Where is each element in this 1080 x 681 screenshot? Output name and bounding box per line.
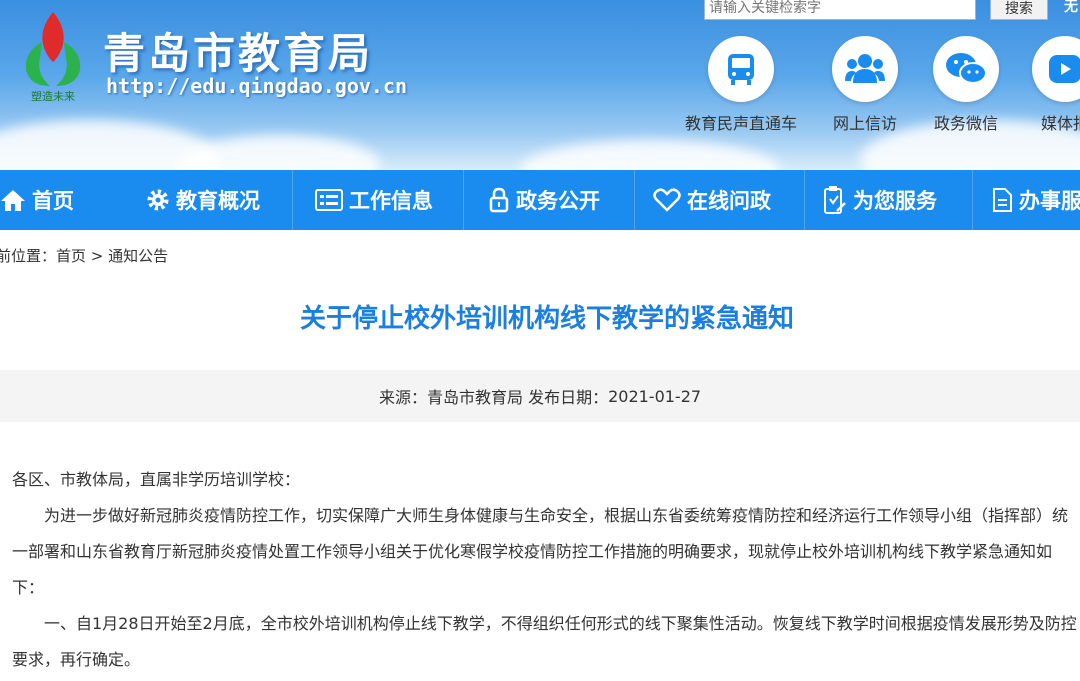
breadcrumb: 前位置：首页 > 通知公告 <box>0 245 168 266</box>
breadcrumb-separator: > <box>86 247 109 265</box>
nav-label: 教育概况 <box>176 189 260 213</box>
nav-item-online-inquiry[interactable]: 在线问政 <box>634 170 804 230</box>
nav-item-gov-affairs[interactable]: 政务公开 <box>463 170 634 230</box>
svg-text:塑造未来: 塑造未来 <box>31 89 75 102</box>
nav-label: 在线问政 <box>687 189 771 213</box>
breadcrumb-current-link[interactable]: 通知公告 <box>108 247 168 265</box>
body-paragraph: 一、自1月28日开始至2月底，全市校外培训机构停止线下教学，不得组织任何形式的线… <box>12 614 1077 669</box>
nav-item-services[interactable]: 为您服务 <box>804 170 972 230</box>
publish-date: 2021-01-27 <box>608 386 702 406</box>
nav-item-home[interactable]: 首页 <box>0 170 122 230</box>
nav-label: 首页 <box>32 189 74 213</box>
document-icon <box>993 188 1012 212</box>
gear-icon <box>147 189 169 211</box>
breadcrumb-prefix: 前位置： <box>0 247 57 265</box>
body-paragraph: 为进一步做好新冠肺炎疫情防控工作，切实保障广大师生身体健康与生命安全，根据山东省… <box>12 506 1069 597</box>
nav-label: 工作信息 <box>349 189 433 213</box>
wechat-icon <box>933 36 999 102</box>
search-input[interactable] <box>704 0 976 20</box>
quick-link-label: 教育民声直通车 <box>684 114 797 133</box>
site-title: 青岛市教育局 <box>103 29 374 78</box>
nav-label: 政务公开 <box>516 189 600 213</box>
top-link[interactable]: 无 <box>1064 0 1078 16</box>
qingdao-education-logo[interactable]: 塑造未来 <box>14 2 92 102</box>
media-icon <box>1032 36 1080 102</box>
nav-label: 为您服务 <box>853 189 937 213</box>
date-label: 发布日期： <box>528 388 609 407</box>
main-nav: 首页 教育概况 工作信息 政务公开 在线问政 为您服务 办事服 <box>0 170 1080 230</box>
article-meta: 来源： 青岛市教育局 发布日期： 2021-01-27 <box>0 370 1080 422</box>
lock-icon <box>489 187 509 213</box>
source-value: 青岛市教育局 <box>426 388 523 407</box>
people-icon <box>832 36 898 102</box>
home-icon <box>1 190 25 211</box>
nav-label: 办事服 <box>1019 189 1080 213</box>
salutation: 各区、市教体局，直属非学历培训学校： <box>12 470 301 489</box>
list-icon <box>315 189 343 211</box>
article-title: 关于停止校外培训机构线下教学的紧急通知 <box>299 304 794 334</box>
source-label: 来源： <box>378 388 427 407</box>
service-icon <box>824 186 846 214</box>
nav-item-overview[interactable]: 教育概况 <box>122 170 292 230</box>
bus-icon <box>708 36 774 102</box>
quick-link-label: 媒体报 <box>1040 114 1080 133</box>
article-body: 各区、市教体局，直属非学历培训学校： 为进一步做好新冠肺炎疫情防控工作，切实保障… <box>12 462 1080 678</box>
heart-icon <box>653 188 681 212</box>
site-header: 塑造未来 青岛市教育局 http://edu.qingdao.gov.cn 搜索… <box>0 0 1080 170</box>
nav-item-work-info[interactable]: 工作信息 <box>292 170 463 230</box>
nav-item-affairs[interactable]: 办事服 <box>972 170 1080 230</box>
quick-link-media[interactable]: 媒体报 <box>1005 36 1080 134</box>
site-url: http://edu.qingdao.gov.cn <box>106 74 408 98</box>
search-button[interactable]: 搜索 <box>990 0 1048 20</box>
quick-link-hotline[interactable]: 教育民声直通车 <box>681 36 801 134</box>
breadcrumb-home-link[interactable]: 首页 <box>56 247 86 265</box>
